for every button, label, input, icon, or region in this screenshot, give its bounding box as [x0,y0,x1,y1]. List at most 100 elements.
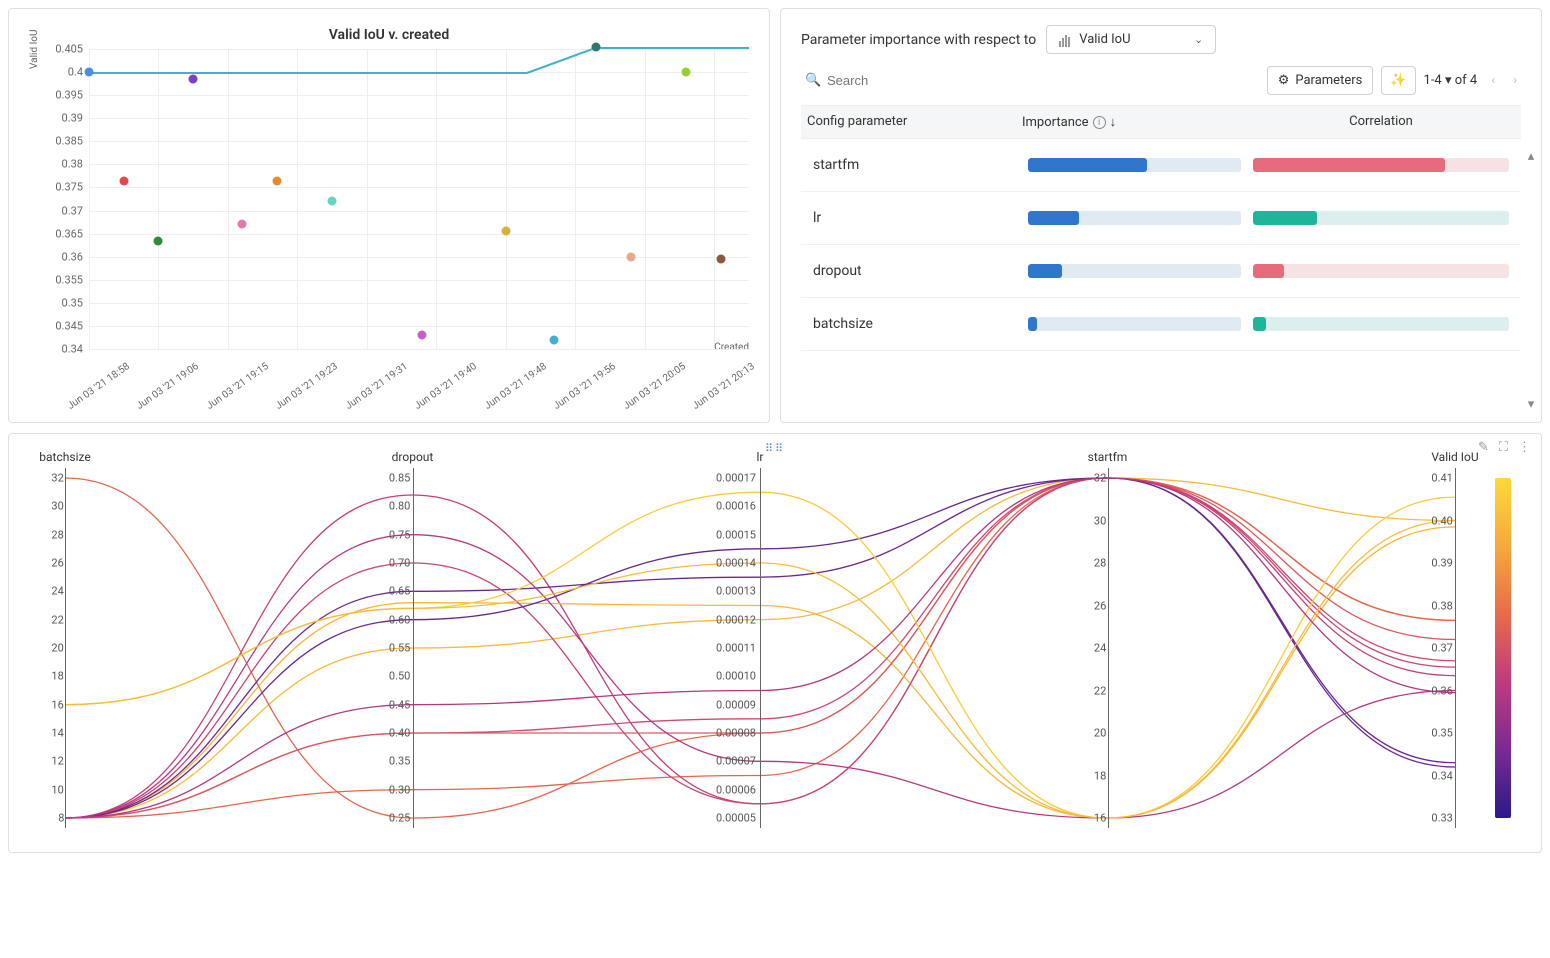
parallel-tick: 0.35 [389,755,410,768]
importance-row[interactable]: startfm [801,139,1521,192]
parallel-tick: 0.60 [389,613,410,626]
parallel-tick: 0.85 [389,472,410,485]
scatter-point[interactable] [626,252,635,261]
parallel-axis-label[interactable]: lr [757,450,764,464]
x-tick: Jun 03 '21 19:56 [552,361,618,412]
parallel-tick: 0.00012 [716,613,756,626]
parallel-axis-label[interactable]: dropout [392,450,434,464]
metric-select[interactable]: Valid IoU ⌄ [1046,25,1216,54]
parallel-tick: 20 [51,642,63,655]
scatter-point[interactable] [328,197,337,206]
parallel-tick: 0.37 [1431,642,1452,655]
scatter-point[interactable] [189,75,198,84]
fullscreen-icon[interactable]: ⛶ [1499,440,1508,455]
parallel-tick: 32 [1094,472,1106,485]
y-tick: 0.365 [55,227,89,240]
pager: 1-4 ▾ of 4 ‹ › [1424,69,1521,92]
bar-chart-icon [1059,32,1071,47]
importance-row[interactable]: dropout [801,245,1521,298]
parallel-tick: 0.00007 [716,755,756,768]
parallel-tick: 0.35 [1431,727,1452,740]
parallel-tick: 20 [1094,727,1106,740]
scatter-point[interactable] [418,331,427,340]
scatter-point[interactable] [154,236,163,245]
param-name: startfm [807,149,1022,181]
parallel-tick: 0.00010 [716,670,756,683]
parallel-tick: 0.80 [389,500,410,513]
y-tick: 0.37 [62,204,89,217]
parallel-tick: 18 [51,670,63,683]
y-tick: 0.34 [62,343,89,356]
parallel-tick: 28 [1094,557,1106,570]
scatter-point[interactable] [550,335,559,344]
scatter-point[interactable] [272,176,281,185]
info-icon[interactable]: i [1093,116,1106,129]
chevron-down-icon: ⌄ [1194,33,1203,46]
parallel-tick: 0.70 [389,557,410,570]
parallel-tick: 28 [51,528,63,541]
magic-wand-button[interactable]: ✨ [1381,66,1415,95]
parallel-panel: ⠿⠿ ✎ ⛶ ⋮ batchsize8101214161820222426283… [8,433,1542,853]
x-tick: Jun 03 '21 19:06 [135,361,201,412]
x-tick: Jun 03 '21 19:48 [482,361,548,412]
param-name: batchsize [807,308,1022,340]
parallel-tick: 26 [51,557,63,570]
pager-prev-button[interactable]: ‹ [1487,69,1499,92]
more-icon[interactable]: ⋮ [1518,440,1531,455]
x-tick: Jun 03 '21 18:58 [66,361,132,412]
parallel-tick: 0.40 [1431,514,1452,527]
scatter-point[interactable] [119,176,128,185]
parallel-tick: 0.00009 [716,698,756,711]
x-tick: Jun 03 '21 19:23 [274,361,340,412]
y-tick: 0.355 [55,273,89,286]
y-tick: 0.405 [55,43,89,56]
edit-icon[interactable]: ✎ [1478,440,1489,455]
parallel-tick: 0.00016 [716,500,756,513]
x-tick: Jun 03 '21 20:05 [621,361,687,412]
parallel-tick: 0.45 [389,698,410,711]
parallel-tick: 0.34 [1431,769,1452,782]
parallel-tick: 22 [51,613,63,626]
parallel-tick: 0.00017 [716,472,756,485]
parallel-tick: 18 [1094,769,1106,782]
scatter-point[interactable] [717,255,726,264]
col-header-correlation[interactable]: Correlation [1241,106,1521,138]
parallel-tick: 0.40 [389,727,410,740]
importance-row[interactable]: batchsize [801,298,1521,351]
scatter-point[interactable] [592,42,601,51]
parallel-tick: 0.00011 [716,642,756,655]
col-header-param[interactable]: Config parameter [801,106,1016,138]
parameters-button[interactable]: ⚙ Parameters [1267,66,1374,95]
scatter-point[interactable] [237,220,246,229]
search-input[interactable] [801,67,1259,94]
parallel-tick: 0.39 [1431,557,1452,570]
scatter-point[interactable] [682,68,691,77]
drag-handle-icon[interactable]: ⠿⠿ [765,442,785,455]
parallel-tick: 0.00015 [716,528,756,541]
scatter-panel: Valid IoU v. created Valid IoU Created 0… [8,8,770,423]
parallel-tick: 0.41 [1431,472,1452,485]
parallel-tick: 0.00006 [716,783,756,796]
scatter-point[interactable] [85,68,94,77]
parallel-tick: 32 [51,472,63,485]
importance-heading: Parameter importance with respect to [801,32,1036,48]
parallel-tick: 0.38 [1431,599,1452,612]
y-tick: 0.36 [62,250,89,263]
parallel-tick: 0.00005 [716,812,756,825]
y-tick: 0.345 [55,319,89,332]
parallel-tick: 0.55 [389,642,410,655]
parallel-axis-label[interactable]: Valid IoU [1431,450,1478,464]
importance-table-header: Config parameter Importance i ↓ Correlat… [801,105,1521,139]
parallel-axis-label[interactable]: batchsize [39,450,90,464]
col-header-importance[interactable]: Importance i ↓ [1016,106,1241,138]
parallel-axis-label[interactable]: startfm [1088,450,1128,464]
scatter-point[interactable] [501,227,510,236]
parallel-tick: 30 [1094,514,1106,527]
importance-row[interactable]: lr [801,192,1521,245]
parallel-tick: 16 [1094,812,1106,825]
pager-next-button[interactable]: › [1509,69,1521,92]
y-tick: 0.395 [55,89,89,102]
vertical-scrollbar[interactable]: ▴ ▾ [1523,149,1539,412]
y-tick: 0.39 [62,112,89,125]
parallel-tick: 14 [51,727,63,740]
